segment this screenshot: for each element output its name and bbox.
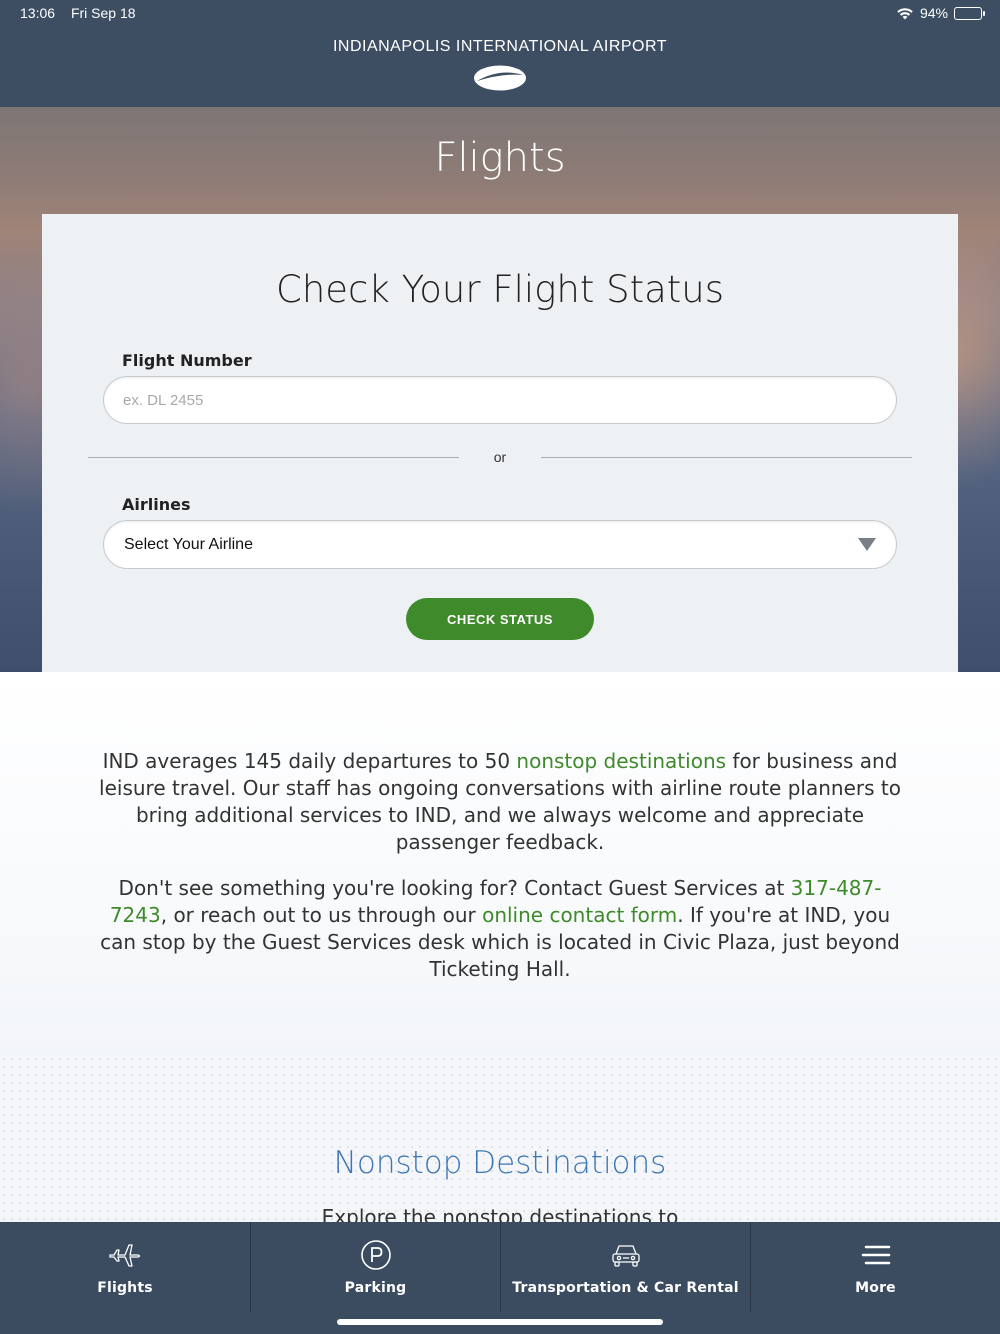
bottom-tab-bar: Flights Parking Transportation & Car Ren… [0,1222,1000,1334]
tab-label: More [855,1280,896,1296]
tab-label: Transportation & Car Rental [512,1280,739,1296]
app-header: 13:06 Fri Sep 18 94% INDIANAPOLIS INTERN… [0,0,1000,107]
divider [88,457,459,458]
car-icon [609,1240,643,1270]
tab-flights[interactable]: Flights [0,1222,250,1312]
info-text: , or reach out to us through our [160,903,483,927]
battery-icon [954,6,985,20]
flight-number-label: Flight Number [122,351,252,370]
airline-select-value: Select Your Airline [124,535,253,553]
airlines-label: Airlines [122,495,191,514]
check-status-button[interactable]: CHECK STATUS [406,598,594,640]
status-date: Fri Sep 18 [70,5,136,21]
page-title: Flights [434,135,566,181]
airplane-icon [108,1240,142,1270]
status-bar-time: 13:06 Fri Sep 18 [20,5,136,21]
divider [541,457,912,458]
flight-status-title: Check Your Flight Status [276,268,724,311]
info-text: Don't see something you're looking for? … [118,876,791,900]
chevron-down-icon [858,538,876,551]
status-time: 13:06 [20,5,56,21]
airport-title: INDIANAPOLIS INTERNATIONAL AIRPORT [332,38,668,55]
tab-more[interactable]: More [750,1222,1000,1312]
nonstop-destinations-subtitle: Explore the nonstop destinations to [321,1205,679,1222]
hero-section: Flights Check Your Flight Status Flight … [0,107,1000,672]
wifi-icon [897,8,913,20]
tab-transportation[interactable]: Transportation & Car Rental [500,1222,750,1312]
tab-label: Flights [97,1280,153,1296]
info-paragraph: IND averages 145 daily departures to 50 … [90,748,910,856]
divider-or-text: or [493,449,507,465]
online-contact-form-link[interactable]: online contact form [482,903,677,927]
tab-parking[interactable]: Parking [250,1222,500,1312]
airline-select[interactable]: Select Your Airline [103,520,897,569]
info-paragraph: Don't see something you're looking for? … [90,875,910,983]
nonstop-destinations-section: Nonstop Destinations Explore the nonstop… [0,1055,1000,1222]
menu-icon [859,1240,893,1270]
flight-number-input[interactable] [103,376,897,424]
tab-label: Parking [344,1280,407,1296]
nonstop-destinations-title: Nonstop Destinations [333,1145,667,1181]
status-bar-right: 94% [896,5,985,21]
ind-airport-logo-icon[interactable] [473,64,527,92]
flight-status-card: Check Your Flight Status Flight Number o… [42,214,958,672]
nonstop-destinations-link[interactable]: nonstop destinations [516,749,726,773]
info-text: IND averages 145 daily departures to 50 [102,749,517,773]
home-indicator[interactable] [337,1319,663,1325]
battery-percent: 94% [919,5,948,21]
parking-icon [359,1240,393,1270]
info-section: IND averages 145 daily departures to 50 … [0,672,1000,1055]
